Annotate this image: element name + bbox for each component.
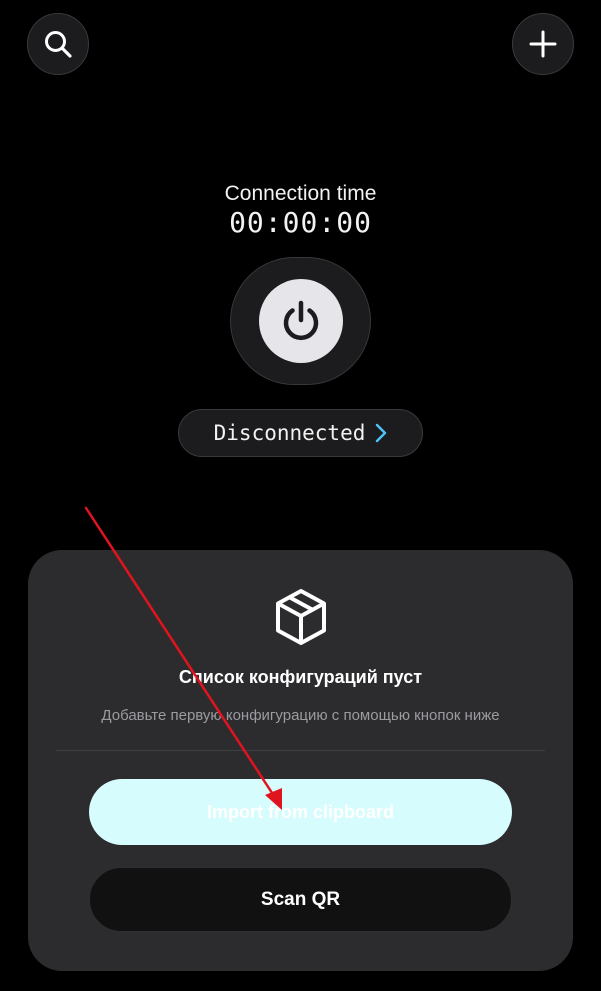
power-icon xyxy=(283,300,318,341)
connection-status-text: Disconnected xyxy=(213,421,366,445)
box-icon xyxy=(276,589,326,645)
search-button[interactable] xyxy=(27,13,89,75)
divider xyxy=(56,750,545,751)
search-icon xyxy=(45,31,72,58)
empty-state-title: Список конфигураций пуст xyxy=(178,667,423,687)
empty-state-subtitle: Добавьте первую конфигурацию с помощью к… xyxy=(101,707,500,724)
import-from-clipboard-button[interactable]: Import from clipboard xyxy=(89,779,512,845)
connection-timer: 00:00:00 xyxy=(229,206,372,239)
power-button[interactable] xyxy=(230,257,371,385)
connection-time-label: Connection time xyxy=(224,182,377,205)
connection-status-button[interactable]: Disconnected xyxy=(178,409,423,457)
chevron-right-icon xyxy=(376,423,387,443)
power-button-face[interactable] xyxy=(258,279,343,363)
add-button[interactable] xyxy=(512,13,574,75)
plus-icon xyxy=(529,30,557,58)
scan-qr-button[interactable]: Scan QR xyxy=(89,867,512,932)
empty-config-card: Список конфигураций пуст Добавьте первую… xyxy=(28,550,573,971)
